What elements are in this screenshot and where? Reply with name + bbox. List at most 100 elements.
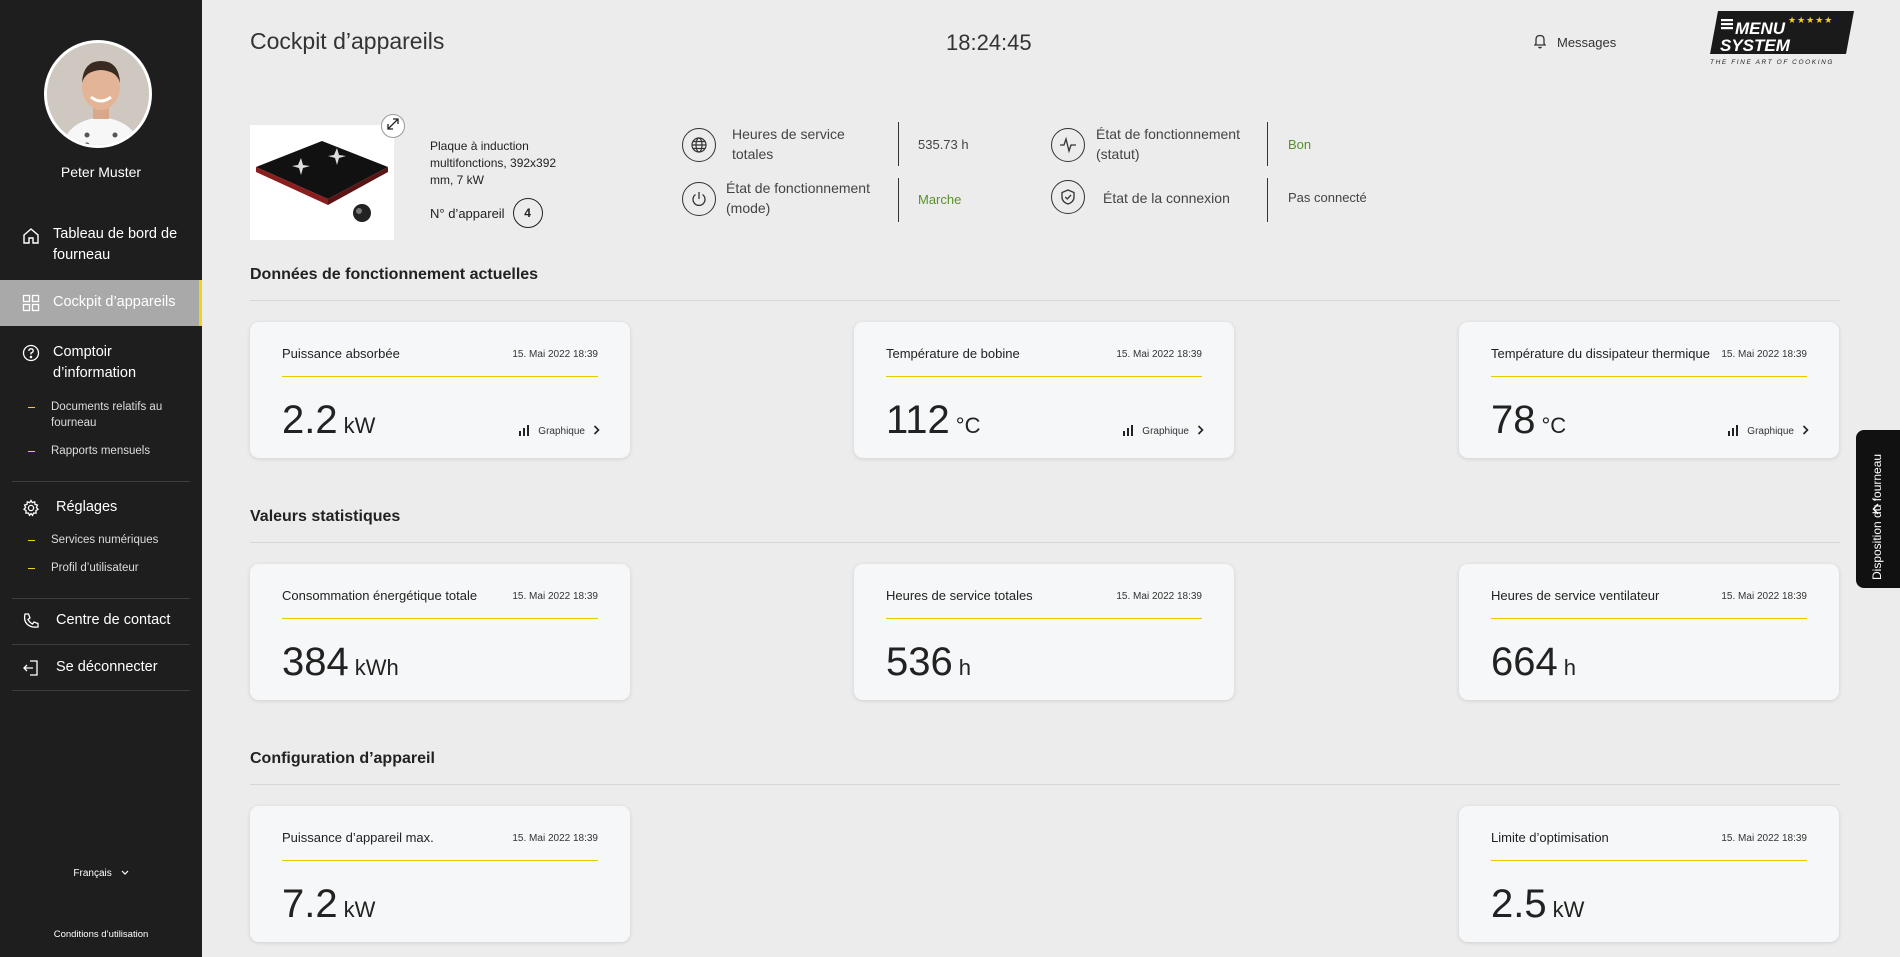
- pulse-icon: [1051, 128, 1085, 162]
- card-date: 15. Mai 2022 18:39: [1116, 591, 1202, 602]
- section-title-device-config: Configuration d’appareil: [250, 750, 435, 767]
- card-value-wrap: 2.2 kW: [282, 398, 375, 448]
- card-label: Puissance d’appareil max.: [282, 830, 434, 845]
- terms-of-use-link[interactable]: Conditions d’utilisation: [0, 929, 202, 940]
- sidebar-item-label: Tableau de bord de fourneau: [53, 226, 178, 263]
- sidebar-item-label: Centre de contact: [56, 612, 171, 628]
- card-divider: [282, 618, 598, 619]
- stove-layout-label: Disposition du fourneau: [1870, 453, 1884, 580]
- card-divider: [282, 376, 598, 377]
- sidebar-subitem-monthly-reports[interactable]: Rapports mensuels: [28, 443, 198, 459]
- sidebar-subitem-label: Documents relatifs au fourneau: [51, 401, 163, 429]
- menu-system-logo[interactable]: MENU SYSTEM ★★★★★ THE FINE ART OF COOKIN…: [1708, 8, 1856, 68]
- card-max-device-power: Puissance d’appareil max. 15. Mai 2022 1…: [250, 806, 630, 942]
- logo-tagline: THE FINE ART OF COOKING: [1710, 59, 1834, 66]
- sidebar-item-dashboard[interactable]: Tableau de bord de fourneau: [0, 224, 202, 270]
- card-divider: [282, 860, 598, 861]
- card-unit: °C: [1541, 413, 1567, 438]
- card-value-wrap: 384 kWh: [282, 640, 399, 690]
- card-divider: [886, 376, 1202, 377]
- device-number-badge: 4: [512, 198, 543, 228]
- sidebar-item-contact-center[interactable]: Centre de contact: [0, 610, 202, 632]
- chevron-right-icon: [593, 425, 600, 438]
- graph-link[interactable]: Graphique: [1122, 424, 1204, 439]
- card-date: 15. Mai 2022 18:39: [512, 591, 598, 602]
- sidebar-subitem-digital-services[interactable]: Services numériques: [28, 532, 198, 548]
- card-date: 15. Mai 2022 18:39: [1116, 349, 1202, 360]
- sidebar-subitem-user-profile[interactable]: Profil d’utilisateur: [28, 560, 198, 576]
- dash-marker: [28, 407, 35, 408]
- help-circle-icon: [22, 344, 40, 362]
- card-value: 384: [282, 640, 349, 684]
- separator: [1267, 122, 1268, 166]
- card-value-wrap: 7.2 kW: [282, 882, 375, 932]
- separator: [1267, 178, 1268, 222]
- card-unit: kW: [1552, 897, 1585, 922]
- graph-link[interactable]: Graphique: [518, 424, 600, 439]
- operating-mode-label: État de fonctionnement (mode): [726, 180, 870, 216]
- card-label: Heures de service totales: [886, 588, 1033, 603]
- grid-icon: [22, 294, 40, 312]
- separator: [898, 122, 899, 166]
- avatar[interactable]: [44, 40, 152, 148]
- bar-chart-icon: [1122, 424, 1134, 439]
- graph-link-label: Graphique: [1747, 426, 1794, 437]
- card-value: 664: [1491, 640, 1558, 684]
- dash-marker: [28, 568, 35, 569]
- graph-link-label: Graphique: [1142, 426, 1189, 437]
- language-label: Français: [73, 868, 112, 879]
- total-hours-value: 535.73 h: [918, 137, 969, 152]
- card-divider: [1491, 618, 1807, 619]
- card-label: Puissance absorbée: [282, 346, 400, 361]
- sidebar: Peter Muster Tableau de bord de fourneau…: [0, 0, 202, 957]
- expand-image-button[interactable]: [381, 114, 405, 138]
- card-unit: °C: [955, 413, 981, 438]
- sidebar-item-settings[interactable]: Réglages: [0, 497, 202, 519]
- sidebar-subitem-documents[interactable]: Documents relatifs au fourneau: [28, 399, 198, 431]
- bar-chart-icon: [1727, 424, 1739, 439]
- card-value-wrap: 536 h: [886, 640, 971, 690]
- card-value-wrap: 112 °C: [886, 398, 980, 448]
- operating-status-label: État de fonctionnement (statut): [1096, 126, 1240, 162]
- sidebar-item-label: Réglages: [56, 499, 118, 515]
- shield-check-icon: [1051, 180, 1085, 214]
- stove-layout-tab[interactable]: Disposition du fourneau: [1856, 430, 1900, 588]
- chevron-right-icon: [1197, 425, 1204, 438]
- card-unit: kWh: [354, 655, 399, 680]
- sidebar-subitem-label: Services numériques: [51, 534, 159, 546]
- sidebar-item-info-counter[interactable]: Comptoir d’information: [0, 342, 202, 386]
- page-title: Cockpit d’appareils: [250, 28, 445, 54]
- divider: [12, 690, 190, 691]
- card-divider: [1491, 376, 1807, 377]
- card-label: Température du dissipateur thermique: [1491, 346, 1710, 361]
- section-divider: [250, 542, 1840, 543]
- sidebar-item-label: Cockpit d’appareils: [53, 294, 176, 310]
- card-value: 78: [1491, 398, 1536, 442]
- sidebar-item-device-cockpit[interactable]: Cockpit d’appareils: [0, 280, 202, 326]
- operating-mode-value: Marche: [918, 192, 962, 207]
- card-unit: kW: [343, 897, 376, 922]
- messages-label: Messages: [1557, 35, 1617, 50]
- expand-icon: [387, 117, 399, 135]
- device-description: Plaque à induction multifonctions, 392x3…: [430, 139, 557, 187]
- connection-status-label: État de la connexion: [1103, 190, 1230, 206]
- language-select[interactable]: Français: [0, 868, 202, 879]
- logo-stars: ★★★★★: [1788, 16, 1833, 26]
- messages-button[interactable]: Messages: [1533, 33, 1616, 52]
- card-date: 15. Mai 2022 18:39: [1721, 349, 1807, 360]
- card-value-wrap: 664 h: [1491, 640, 1576, 690]
- sidebar-subitem-label: Profil d’utilisateur: [51, 562, 139, 574]
- card-label: Limite d’optimisation: [1491, 830, 1609, 845]
- divider: [12, 481, 190, 482]
- sidebar-item-label: Comptoir d’information: [53, 344, 137, 381]
- logout-icon: [22, 659, 40, 677]
- total-hours-label: Heures de service totales: [732, 126, 845, 162]
- card-power-absorbed: Puissance absorbée 15. Mai 2022 18:39 2.…: [250, 322, 630, 458]
- sidebar-item-logout[interactable]: Se déconnecter: [0, 657, 202, 679]
- card-value: 2.2: [282, 398, 338, 442]
- graph-link[interactable]: Graphique: [1727, 424, 1809, 439]
- card-label: Température de bobine: [886, 346, 1020, 361]
- globe-icon: [682, 128, 716, 162]
- bar-chart-icon: [518, 424, 530, 439]
- graph-link-label: Graphique: [538, 426, 585, 437]
